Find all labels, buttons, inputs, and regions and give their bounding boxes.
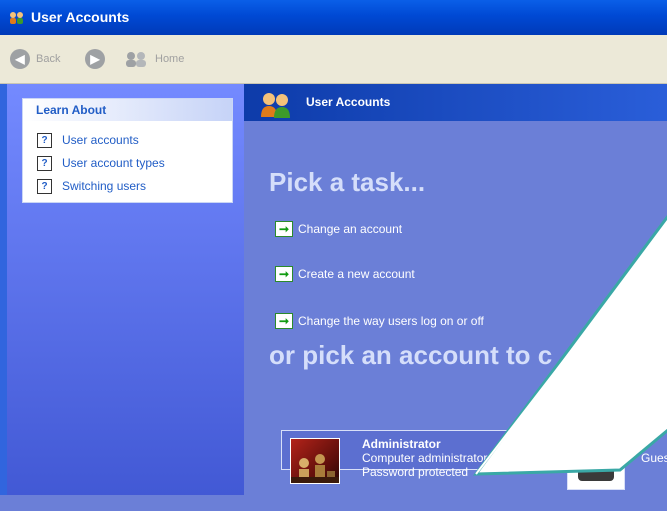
green-arrow-icon: ➞ <box>275 266 293 282</box>
home-label: Home <box>155 53 185 65</box>
window-bottom-border <box>0 495 667 511</box>
user-accounts-icon <box>261 93 290 118</box>
chess-avatar <box>290 438 340 484</box>
back-button[interactable]: ◀ Back <box>10 35 60 83</box>
learn-item-label: Switching users <box>62 179 147 193</box>
account-status: Password protected <box>362 465 469 479</box>
back-arrow-icon: ◀ <box>10 49 30 69</box>
task-label: Change an account <box>298 222 403 236</box>
home-users-icon <box>126 52 146 67</box>
task-create-account[interactable]: ➞ Create a new account <box>275 266 415 282</box>
task-label: Create a new account <box>298 267 415 281</box>
briefcase-icon <box>578 449 614 481</box>
learn-item-user-accounts[interactable]: ? User accounts <box>37 132 139 148</box>
learn-item-user-account-types[interactable]: ? User account types <box>37 155 165 171</box>
learn-item-label: User accounts <box>62 133 139 147</box>
users-icon <box>10 12 23 24</box>
account-name: Administrator <box>362 437 441 451</box>
green-arrow-icon: ➞ <box>275 313 293 329</box>
green-arrow-icon: ➞ <box>275 221 293 237</box>
forward-arrow-icon: ▶ <box>85 49 105 69</box>
learn-about-panel: Learn About ? User accounts ? User accou… <box>22 98 233 203</box>
back-label: Back <box>36 53 61 65</box>
main-header-title: User Accounts <box>306 95 391 109</box>
window-title: User Accounts <box>31 9 130 25</box>
learn-item-label: User account types <box>62 156 165 170</box>
help-icon: ? <box>37 155 52 171</box>
learn-about-heading: Learn About <box>23 99 232 121</box>
window-title-bar[interactable]: User Accounts <box>0 0 667 35</box>
task-label: Change the way users log on or off <box>298 314 484 328</box>
pick-account-heading: or pick an account to c <box>269 340 553 370</box>
window-border <box>0 84 7 511</box>
home-button[interactable]: Home <box>123 35 184 83</box>
task-change-account[interactable]: ➞ Change an account <box>275 221 402 237</box>
guest-account-name[interactable]: Gues <box>641 451 667 465</box>
task-change-logon[interactable]: ➞ Change the way users log on or off <box>275 313 484 329</box>
account-type: Computer administrator <box>362 451 488 465</box>
help-icon: ? <box>37 132 52 148</box>
help-icon: ? <box>37 178 52 194</box>
guest-avatar[interactable] <box>567 442 625 490</box>
pick-task-heading: Pick a task... <box>269 167 426 197</box>
chess-pieces-icon <box>291 454 339 483</box>
forward-button[interactable]: ▶ <box>85 35 105 83</box>
learn-item-switching-users[interactable]: ? Switching users <box>37 178 146 194</box>
